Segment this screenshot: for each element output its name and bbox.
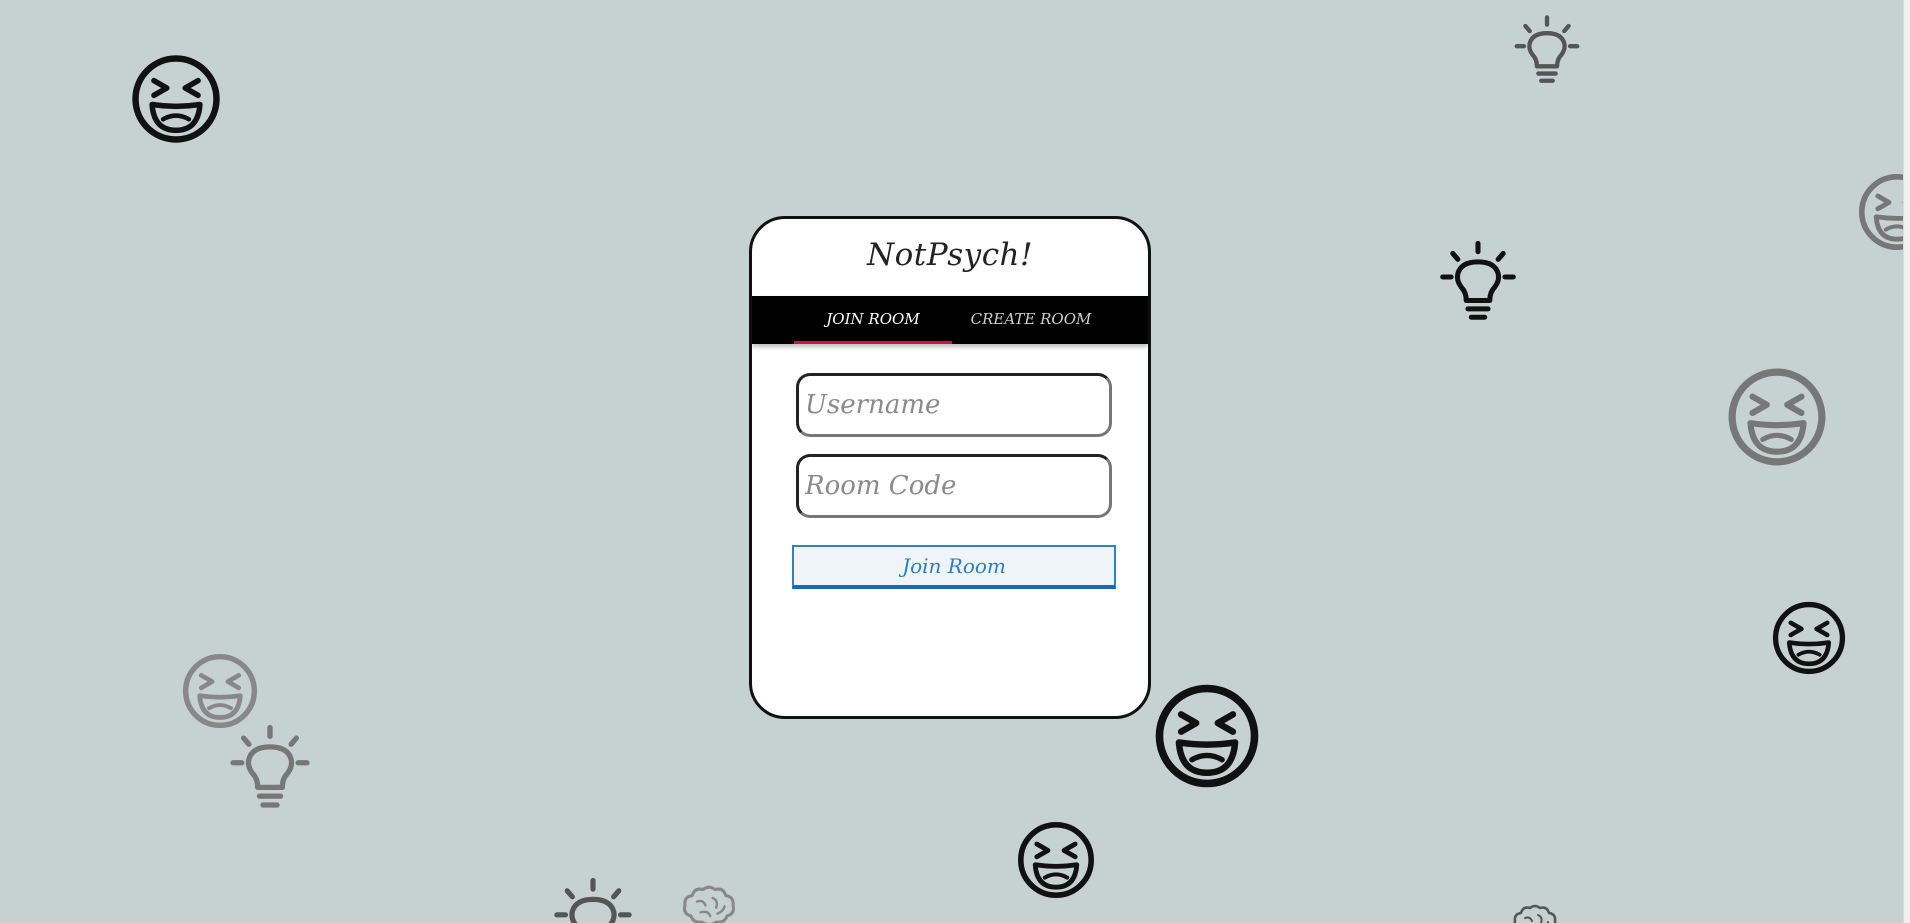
join-room-card: NotPsych! JOIN ROOM CREATE ROOM Join Roo… [749, 216, 1151, 719]
lightbulb-icon [226, 722, 314, 814]
lightbulb-icon [1436, 238, 1520, 326]
username-input[interactable] [796, 373, 1112, 437]
lightbulb-icon [550, 877, 636, 923]
join-room-button[interactable]: Join Room [792, 545, 1116, 589]
page-scrollbar[interactable] [1903, 0, 1910, 923]
lightbulb-icon [1511, 13, 1583, 88]
laughing-face-icon [1153, 682, 1261, 790]
laughing-face-icon [130, 53, 222, 145]
brain-icon [674, 880, 744, 923]
room-tabs: JOIN ROOM CREATE ROOM [752, 296, 1148, 344]
brain-icon [1503, 900, 1567, 923]
laughing-face-icon [1016, 820, 1096, 900]
room-code-input[interactable] [796, 454, 1112, 518]
laughing-face-icon [181, 652, 259, 730]
tab-join-room[interactable]: JOIN ROOM [794, 296, 952, 344]
laughing-face-icon [1771, 600, 1847, 676]
laughing-face-icon [1726, 366, 1828, 468]
tab-create-room[interactable]: CREATE ROOM [952, 296, 1110, 344]
app-title: NotPsych! [867, 237, 1033, 273]
